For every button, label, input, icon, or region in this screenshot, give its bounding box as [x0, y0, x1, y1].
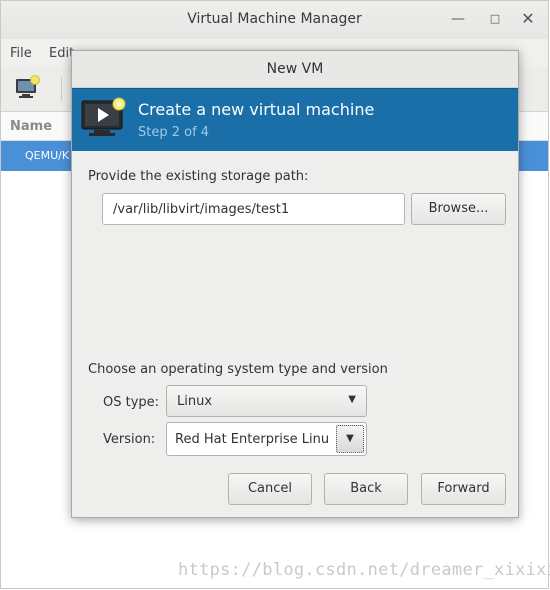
column-name-header[interactable]: Name	[10, 119, 52, 134]
os-section-label: Choose an operating system type and vers…	[88, 362, 388, 377]
back-button[interactable]: Back	[324, 473, 408, 505]
watermark: https://blog.csdn.net/dreamer_xixixi	[178, 560, 550, 580]
storage-path-input[interactable]: /var/lib/libvirt/images/test1	[102, 193, 405, 225]
minimize-icon[interactable]: —	[448, 9, 468, 29]
virtual-machine-icon	[81, 97, 126, 136]
new-vm-icon[interactable]	[15, 75, 41, 101]
browse-button[interactable]: Browse...	[411, 193, 506, 225]
forward-button[interactable]: Forward	[421, 473, 506, 505]
close-icon[interactable]: ✕	[518, 9, 538, 29]
version-label: Version:	[103, 432, 156, 447]
cancel-button[interactable]: Cancel	[228, 473, 312, 505]
version-combo[interactable]: Red Hat Enterprise Linu ▼	[166, 422, 367, 456]
connection-label: QEMU/K	[25, 149, 70, 162]
banner-title: Create a new virtual machine	[138, 100, 375, 119]
toolbar-separator	[61, 77, 62, 101]
banner-step: Step 2 of 4	[138, 125, 210, 140]
maximize-icon[interactable]: □	[485, 9, 505, 29]
dialog-titlebar: New VM	[72, 51, 518, 88]
wizard-banner: Create a new virtual machine Step 2 of 4	[72, 88, 518, 151]
chevron-down-icon: ▼	[348, 394, 356, 405]
menu-file[interactable]: File	[10, 46, 32, 61]
main-titlebar: Virtual Machine Manager — □ ✕	[1, 1, 548, 40]
dialog-title: New VM	[266, 61, 324, 77]
version-input[interactable]: Red Hat Enterprise Linu	[175, 432, 333, 447]
storage-path-label: Provide the existing storage path:	[88, 169, 309, 184]
os-type-label: OS type:	[103, 395, 160, 410]
version-dropdown-button[interactable]: ▼	[336, 425, 364, 453]
new-vm-dialog: New VM Create a new virtual machine Step…	[71, 50, 519, 518]
os-type-value: Linux	[177, 394, 213, 409]
os-type-select[interactable]: Linux ▼	[166, 385, 367, 417]
